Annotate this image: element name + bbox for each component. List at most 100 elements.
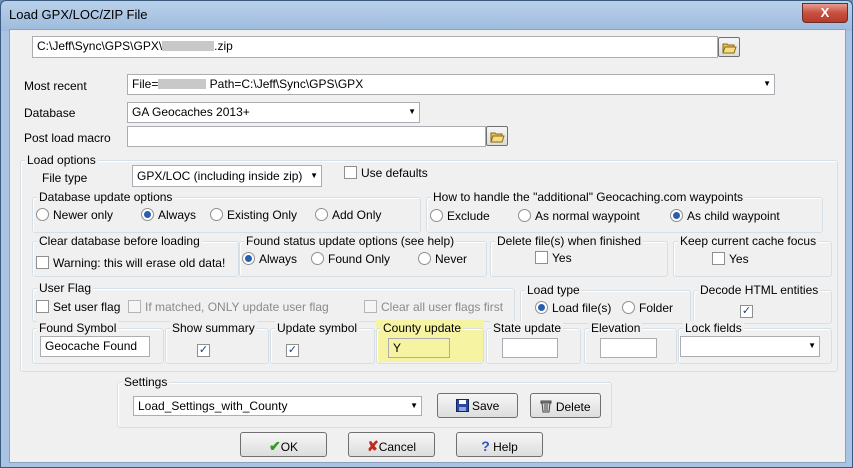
database-select[interactable]: GA Geocaches 2013+ ▼ [127, 102, 420, 123]
most-recent-select[interactable]: File= Path=C:\Jeff\Sync\GPS\GPX ▼ [127, 74, 775, 95]
load-type-folder[interactable]: Folder [622, 301, 673, 315]
radio-dot [518, 209, 531, 222]
lock-fields-legend: Lock fields [683, 321, 744, 335]
keep-focus-checkbox[interactable]: Yes [712, 252, 749, 266]
save-label: Save [471, 399, 500, 413]
county-update-field[interactable]: Y [388, 338, 450, 358]
most-recent-label: Most recent [24, 79, 87, 93]
ok-button[interactable]: ✔OK [240, 432, 327, 457]
load-options-legend: Load options [25, 153, 98, 167]
radio-dot [418, 252, 431, 265]
file-path-field[interactable]: C:\Jeff\Sync\GPS\GPX\ .zip [32, 36, 718, 58]
radio-dot-selected [535, 301, 548, 314]
browse-file-button[interactable] [718, 37, 740, 57]
show-summary-legend: Show summary [170, 321, 257, 335]
close-button[interactable]: X [802, 3, 848, 23]
clear-db-checkbox[interactable]: Warning: this will erase old data! [36, 256, 225, 270]
delete-files-checkbox[interactable]: Yes [535, 251, 572, 265]
database-label: Database [24, 106, 76, 120]
decode-html-group: Decode HTML entities [693, 283, 832, 324]
clear-db-warning: Warning: this will erase old data! [53, 256, 226, 270]
db-update-legend: Database update options [37, 190, 175, 204]
radio-dot-selected [141, 208, 154, 221]
user-flag-legend: User Flag [37, 281, 94, 295]
radio-label: Found Only [328, 252, 391, 266]
delete-files-label: Yes [552, 251, 572, 265]
radio-label: Always [259, 252, 298, 266]
update-symbol-checkbox[interactable]: ✓ [286, 340, 303, 357]
help-label: Help [493, 440, 518, 454]
radio-label: Always [158, 208, 197, 222]
wpt-exclude[interactable]: Exclude [430, 209, 490, 223]
radio-dot [210, 208, 223, 221]
chevron-down-icon: ▼ [410, 401, 418, 410]
elevation-field[interactable] [600, 338, 657, 358]
additional-waypoints-legend: How to handle the "additional" Geocachin… [431, 190, 746, 204]
x-mark-icon: ✘ [366, 438, 379, 454]
delete-files-legend: Delete file(s) when finished [495, 234, 644, 248]
show-summary-checkbox[interactable]: ✓ [197, 340, 214, 357]
county-update-value: Y [393, 341, 402, 355]
state-update-field[interactable] [502, 338, 558, 358]
save-button[interactable]: Save [437, 393, 518, 418]
open-folder-icon [490, 132, 505, 143]
decode-html-checkbox[interactable]: ✓ [740, 301, 757, 318]
cancel-label: Cancel [378, 440, 417, 454]
radio-label: Never [435, 252, 468, 266]
file-path-suffix: .zip [214, 39, 233, 53]
post-load-macro-field[interactable] [127, 126, 486, 147]
db-update-newer-only[interactable]: Newer only [36, 208, 113, 222]
dialog-client: C:\Jeff\Sync\GPS\GPX\ .zip Most recent Fi… [9, 29, 846, 463]
most-recent-path: Path=C:\Jeff\Sync\GPS\GPX [206, 77, 364, 91]
show-summary-group: Show summary [165, 321, 269, 364]
radio-label: Exclude [447, 209, 490, 223]
checkbox-box [535, 251, 548, 264]
keep-focus-group: Keep current cache focus [673, 234, 832, 277]
state-update-legend: State update [491, 321, 564, 335]
decode-html-legend: Decode HTML entities [698, 283, 821, 297]
db-update-existing-only[interactable]: Existing Only [210, 208, 297, 222]
radio-label: Existing Only [227, 208, 298, 222]
use-defaults-checkbox[interactable]: Use defaults [344, 166, 428, 180]
delete-settings-button[interactable]: Delete [530, 393, 601, 418]
redacted-filename [162, 41, 215, 51]
cancel-button[interactable]: ✘Cancel [348, 432, 435, 457]
load-type-files[interactable]: Load file(s) [535, 301, 611, 315]
checkmark-icon: ✔ [268, 438, 281, 454]
file-type-label: File type [42, 171, 88, 185]
found-status-always[interactable]: Always [242, 252, 297, 266]
lock-fields-select[interactable]: ▼ [680, 336, 820, 357]
dialog-window: Load GPX/LOC/ZIP File X C:\Jeff\Sync\GPS… [0, 0, 853, 468]
file-type-select[interactable]: GPX/LOC (including inside zip) ▼ [132, 165, 322, 187]
db-update-add-only[interactable]: Add Only [315, 208, 381, 222]
file-type-value: GPX/LOC (including inside zip) [137, 169, 303, 183]
found-symbol-field[interactable]: Geocache Found [40, 336, 150, 357]
if-matched-checkbox: If matched, ONLY update user flag [128, 300, 329, 314]
radio-label: As normal waypoint [535, 209, 640, 223]
set-user-flag-checkbox[interactable]: Set user flag [36, 300, 120, 314]
delete-files-group: Delete file(s) when finished [490, 234, 668, 277]
found-status-never[interactable]: Never [418, 252, 467, 266]
wpt-child[interactable]: As child waypoint [670, 209, 780, 223]
database-value: GA Geocaches 2013+ [132, 105, 250, 119]
county-update-legend: County update [381, 321, 464, 335]
keep-focus-legend: Keep current cache focus [678, 234, 819, 248]
browse-macro-button[interactable] [486, 126, 508, 146]
radio-dot [622, 301, 635, 314]
found-symbol-legend: Found Symbol [37, 321, 119, 335]
help-button[interactable]: ? Help [456, 432, 543, 457]
db-update-always[interactable]: Always [141, 208, 196, 222]
radio-label: Folder [639, 301, 674, 315]
keep-focus-label: Yes [729, 252, 749, 266]
wpt-normal[interactable]: As normal waypoint [518, 209, 640, 223]
radio-dot [311, 252, 324, 265]
chevron-down-icon: ▼ [808, 341, 816, 350]
radio-dot [430, 209, 443, 222]
checkbox-box [712, 252, 725, 265]
found-symbol-value: Geocache Found [45, 339, 138, 353]
found-status-found-only[interactable]: Found Only [311, 252, 390, 266]
checkbox-checked: ✓ [197, 344, 210, 357]
settings-select[interactable]: Load_Settings_with_County ▼ [133, 396, 422, 416]
checkbox-box [364, 300, 377, 313]
checkbox-box [36, 256, 49, 269]
